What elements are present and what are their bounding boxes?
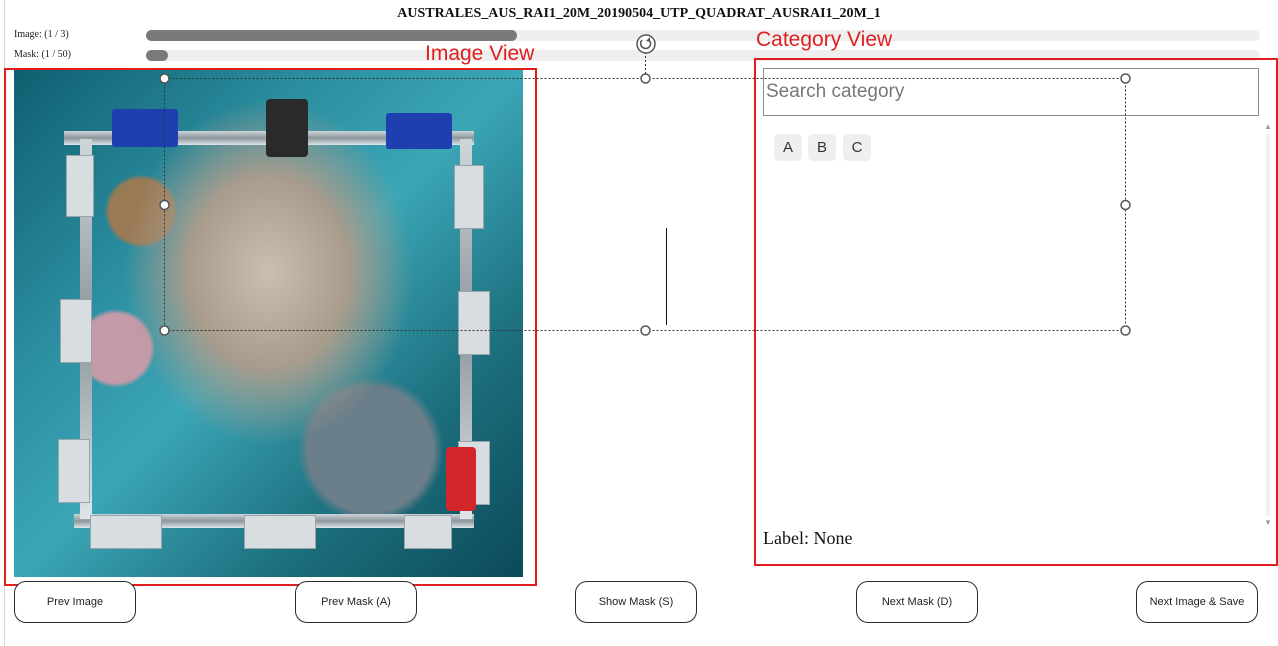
selection-overlay — [159, 34, 1131, 336]
selection-box[interactable] — [164, 78, 1126, 331]
resize-handle-top-left[interactable] — [159, 73, 170, 84]
prev-image-button[interactable]: Prev Image — [14, 581, 136, 623]
resize-handle-bottom-left[interactable] — [159, 325, 170, 336]
resize-handle-bottom[interactable] — [640, 325, 651, 336]
resize-handle-bottom-right[interactable] — [1120, 325, 1131, 336]
rotate-handle-icon[interactable] — [636, 34, 656, 54]
resize-handle-left[interactable] — [159, 199, 170, 211]
resize-handle-top-right[interactable] — [1120, 73, 1131, 84]
show-mask-button[interactable]: Show Mask (S) — [575, 581, 697, 623]
resize-handle-top[interactable] — [640, 73, 651, 84]
next-mask-button[interactable]: Next Mask (D) — [856, 581, 978, 623]
next-image-save-button[interactable]: Next Image & Save — [1136, 581, 1258, 623]
prev-mask-button[interactable]: Prev Mask (A) — [295, 581, 417, 623]
resize-handle-right[interactable] — [1120, 199, 1131, 211]
app-root: AUSTRALES_AUS_RAI1_20M_20190504_UTP_QUAD… — [0, 0, 1278, 646]
